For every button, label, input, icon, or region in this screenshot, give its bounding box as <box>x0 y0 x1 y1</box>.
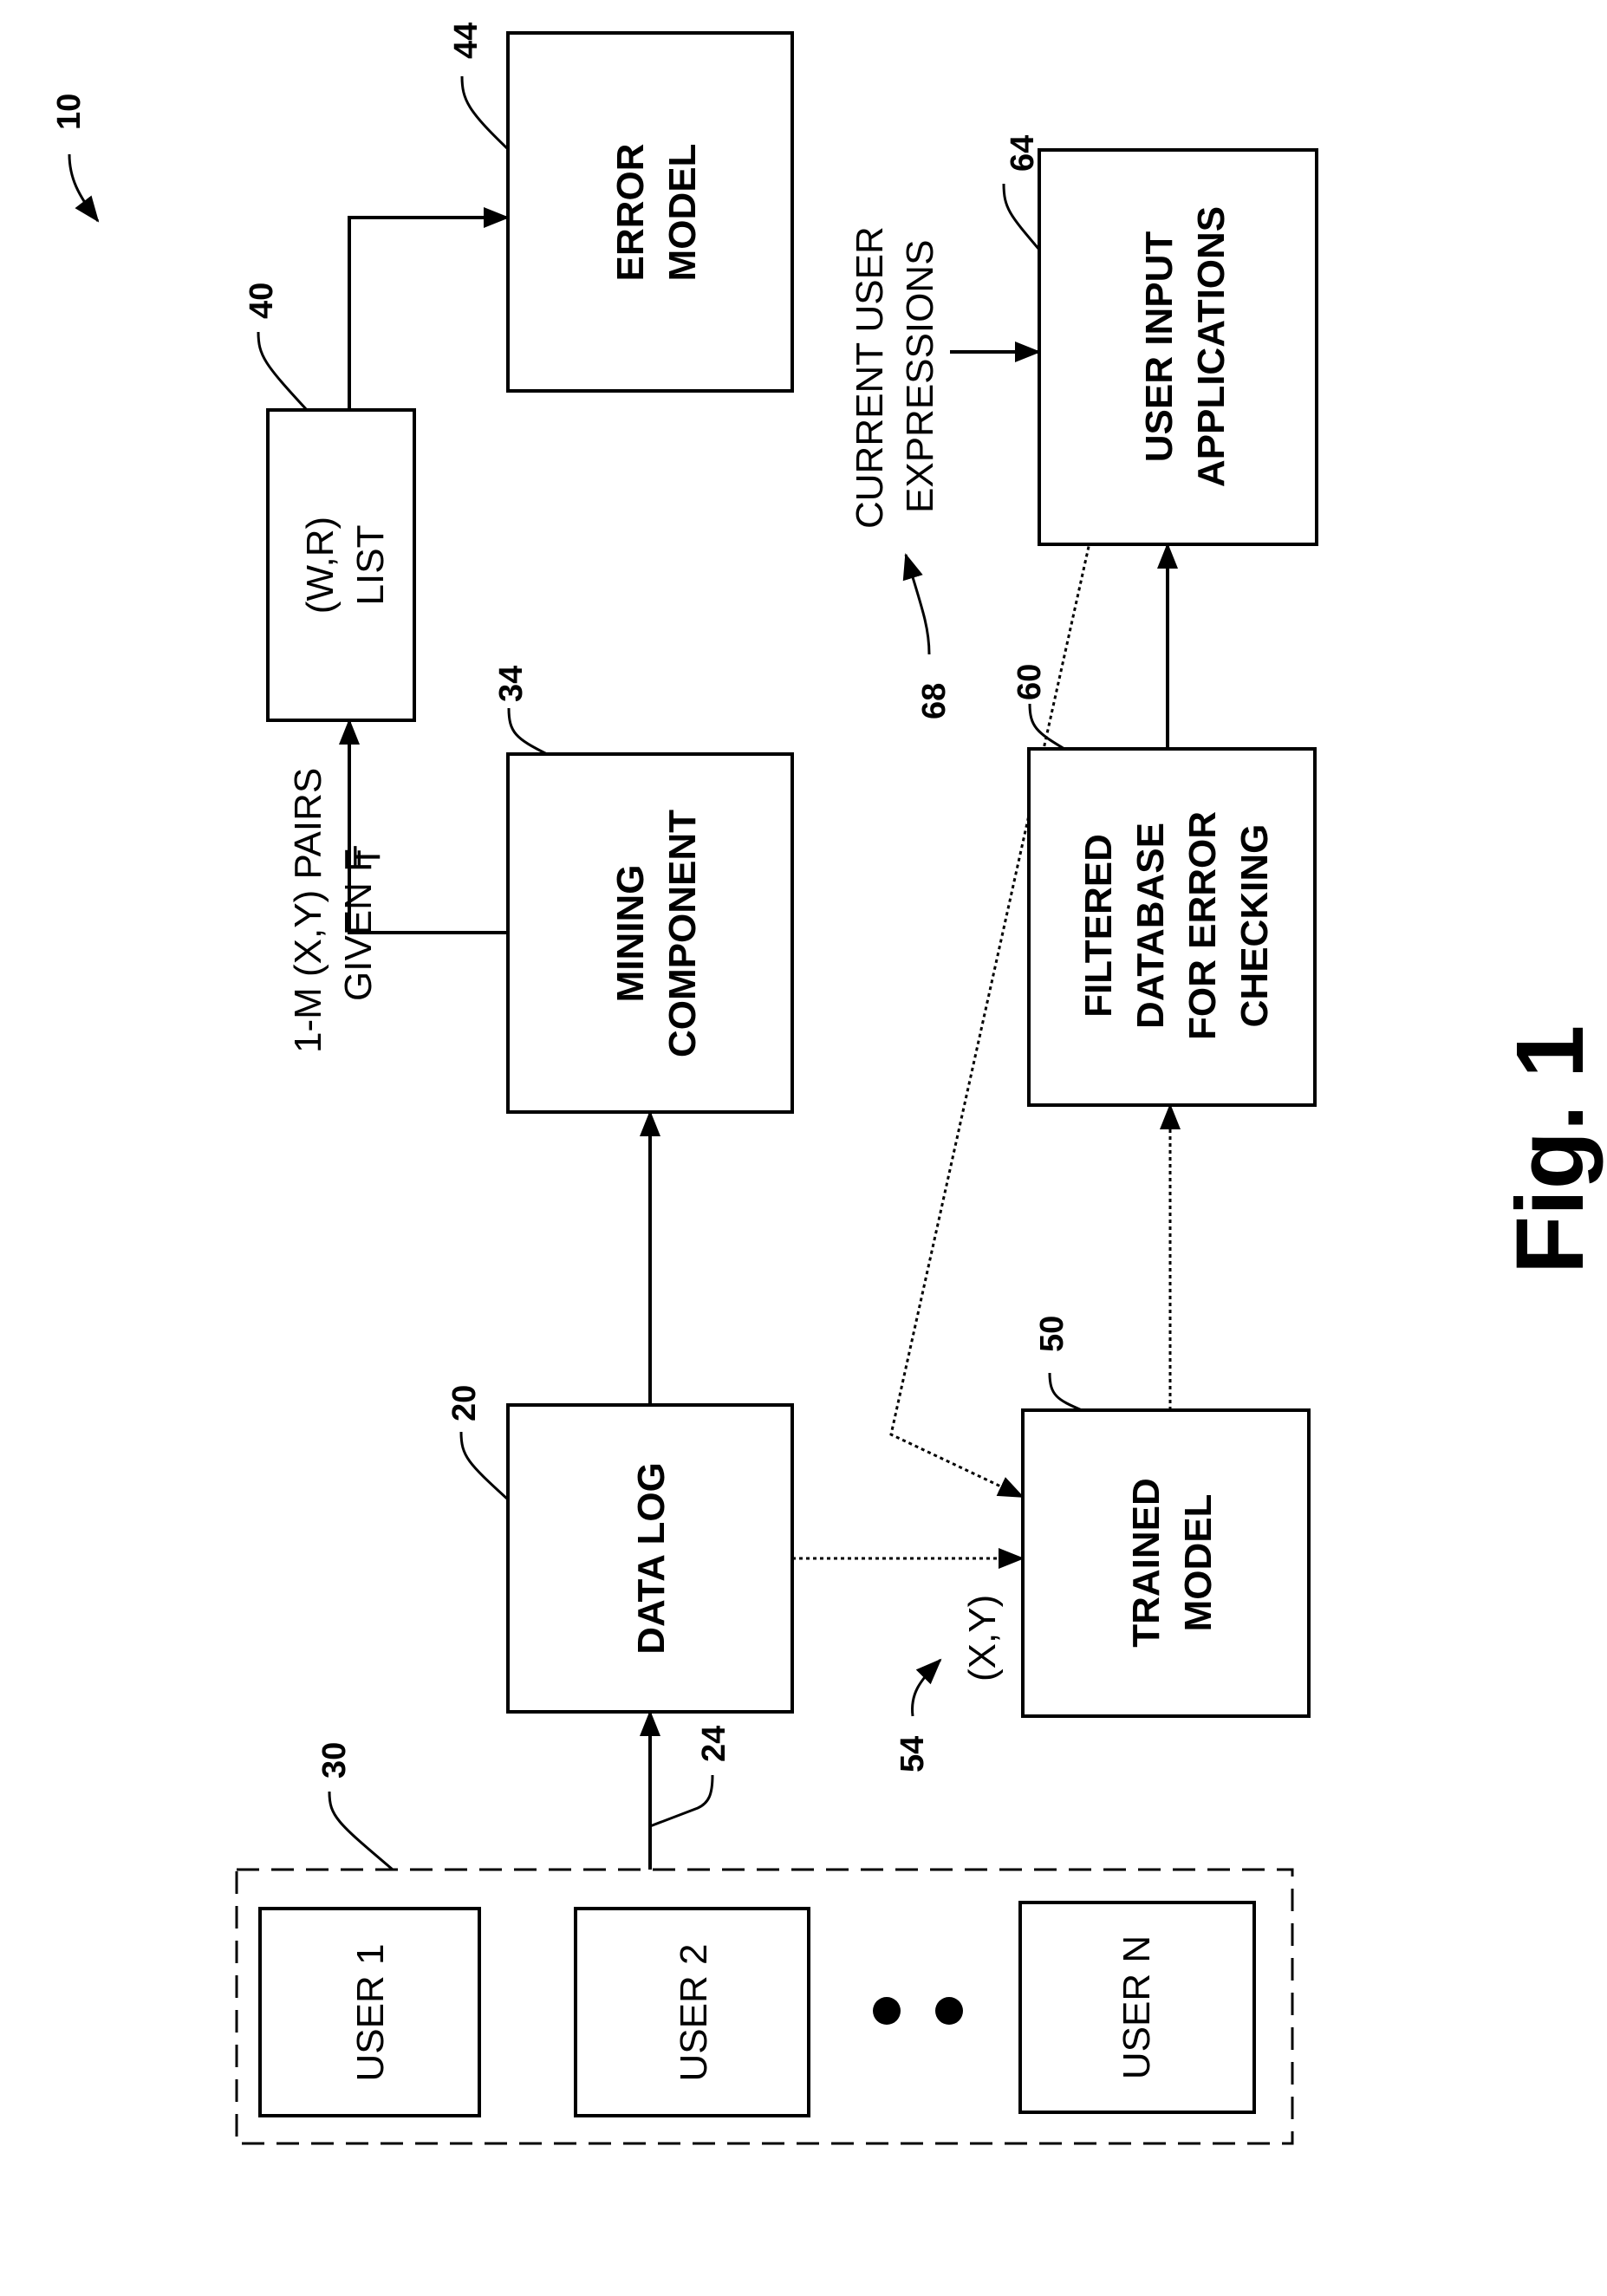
svg-text:FOR ERROR: FOR ERROR <box>1181 811 1224 1040</box>
ref-arrow-icon <box>910 1658 942 1717</box>
svg-text:(X,Y): (X,Y) <box>961 1595 1004 1681</box>
svg-text:DATA LOG: DATA LOG <box>630 1462 673 1655</box>
leader-line <box>507 707 548 756</box>
svg-text:CHECKING: CHECKING <box>1233 824 1276 1028</box>
svg-text:44: 44 <box>448 23 485 59</box>
svg-text:TRAINED: TRAINED <box>1125 1478 1168 1648</box>
filtered-database-block: FILTERED DATABASE FOR ERROR CHECKING 60 <box>1012 664 1317 1107</box>
current-user-expressions-label: CURRENT USER EXPRESSIONS 68 <box>849 226 1041 719</box>
pairs-label: 1-M (X,Y) PAIRS GIVEN F T <box>287 768 388 1053</box>
svg-text:T: T <box>346 845 388 868</box>
svg-text:USER 1: USER 1 <box>349 1944 392 2082</box>
svg-text:20: 20 <box>446 1385 483 1421</box>
xy-label: (X,Y) 54 <box>895 1595 1004 1772</box>
leader-line <box>460 75 510 151</box>
trained-model-block: TRAINED MODEL 50 <box>1021 1316 1311 1718</box>
leader-line <box>1002 183 1041 250</box>
svg-text:10: 10 <box>51 94 88 130</box>
svg-text:APPLICATIONS: APPLICATIONS <box>1190 206 1233 487</box>
svg-text:(W,R): (W,R) <box>299 517 342 614</box>
mining-component-block: MINING COMPONENT 34 <box>493 666 794 1114</box>
leader-line <box>649 1774 714 1828</box>
svg-text:64: 64 <box>1005 135 1041 172</box>
users-group: USER 1 USER 2 USER N 30 <box>235 1742 1294 2145</box>
svg-text:60: 60 <box>1012 664 1048 700</box>
svg-text:FILTERED: FILTERED <box>1077 834 1120 1018</box>
error-model-block: ERROR MODEL 44 <box>448 23 794 393</box>
leader-line <box>1028 703 1065 751</box>
svg-text:GIVEN F: GIVEN F <box>337 849 380 1001</box>
svg-text:24: 24 <box>696 1726 732 1762</box>
svg-text:MODEL: MODEL <box>661 144 704 282</box>
leader-line <box>257 331 309 412</box>
svg-text:30: 30 <box>316 1742 353 1779</box>
svg-text:1-M (X,Y) PAIRS: 1-M (X,Y) PAIRS <box>287 768 329 1053</box>
svg-text:MODEL: MODEL <box>1177 1494 1220 1632</box>
svg-text:DATABASE: DATABASE <box>1129 823 1172 1029</box>
svg-text:34: 34 <box>493 666 530 702</box>
svg-text:MINING: MINING <box>609 865 652 1003</box>
svg-text:54: 54 <box>895 1736 931 1772</box>
user-input-applications-block: USER INPUT APPLICATIONS 64 <box>1002 135 1318 546</box>
data-log-block: DATA LOG 20 <box>446 1385 794 1714</box>
svg-text:LIST: LIST <box>349 525 392 606</box>
wr-list-block: (W,R) LIST 40 <box>244 283 416 722</box>
svg-text:ERROR: ERROR <box>609 144 652 282</box>
users-to-datalog: 24 <box>640 1710 732 1870</box>
svg-text:EXPRESSIONS: EXPRESSIONS <box>899 240 941 513</box>
svg-text:USER N: USER N <box>1116 1935 1158 2079</box>
svg-text:USER INPUT: USER INPUT <box>1138 231 1181 463</box>
flow-arrow-wr-to-error <box>348 207 510 410</box>
leader-line <box>1048 1372 1083 1412</box>
leader-line <box>328 1791 394 1871</box>
svg-text:50: 50 <box>1034 1316 1070 1352</box>
ellipsis-dot <box>873 1997 901 2025</box>
ref-arrow-icon <box>902 553 931 655</box>
leader-line <box>459 1431 510 1501</box>
figure-ref-10: 10 <box>51 94 100 223</box>
svg-text:COMPONENT: COMPONENT <box>661 810 704 1057</box>
svg-text:CURRENT USER: CURRENT USER <box>849 226 891 529</box>
ref-arrow-icon <box>68 153 100 223</box>
patent-diagram: 10 ERROR MODEL 44 (W,R) LIST 40 MINING C… <box>51 23 1604 2145</box>
ellipsis-dot <box>935 1997 963 2025</box>
svg-text:68: 68 <box>916 683 953 719</box>
svg-text:USER 2: USER 2 <box>673 1944 715 2082</box>
svg-text:40: 40 <box>244 283 280 319</box>
figure-label: Fig. 1 <box>1497 1025 1604 1274</box>
